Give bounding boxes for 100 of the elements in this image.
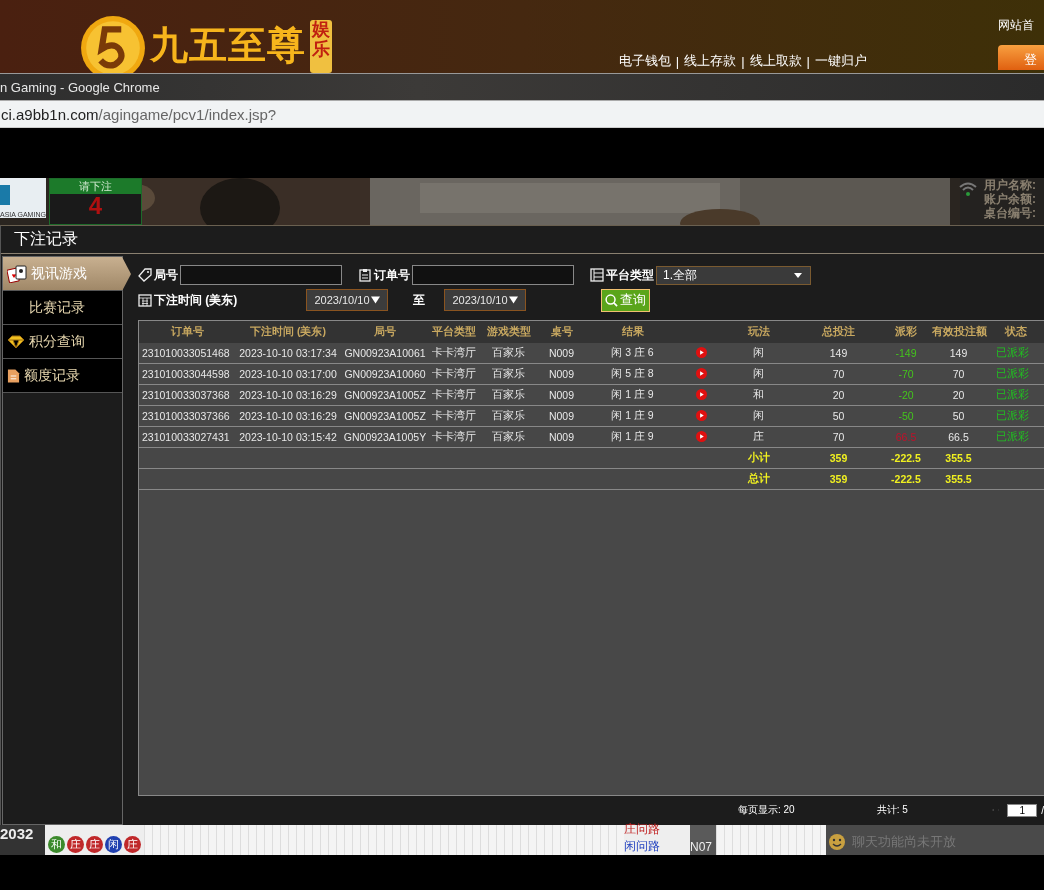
- nav-link[interactable]: 线上存款: [684, 52, 737, 70]
- table-cell: GN00923A1005Y: [341, 426, 429, 448]
- end-date-picker[interactable]: 2023/10/10: [444, 289, 526, 311]
- table-cell: 百家乐: [478, 405, 539, 427]
- countdown-number: 4: [88, 194, 103, 218]
- nav-link[interactable]: 线上取款: [749, 52, 802, 70]
- summary-label: 总计: [721, 468, 796, 490]
- round-label: 局号: [154, 266, 178, 284]
- table-cell: 百家乐: [478, 343, 539, 364]
- table-cell: 闲: [721, 363, 796, 385]
- table-cell: 66.5: [881, 426, 931, 448]
- column-header: 总投注: [796, 321, 881, 343]
- sidebar-item[interactable]: 比赛记录: [3, 291, 122, 325]
- table-cell: -50: [881, 405, 931, 427]
- table-cell: 2023-10-10 03:15:42: [235, 426, 341, 448]
- play-video-icon[interactable]: [695, 409, 707, 421]
- round-input[interactable]: [180, 265, 342, 285]
- table-cell: 已派彩: [986, 343, 1044, 364]
- cards-icon: [7, 264, 27, 283]
- info-label: 用户名称:: [984, 178, 1037, 192]
- table-cell: 闲 1 庄 9: [584, 384, 681, 406]
- column-header: 结果: [584, 321, 681, 343]
- sidebar-item[interactable]: 额度记录: [3, 359, 122, 393]
- play-video-icon[interactable]: [695, 430, 707, 442]
- address-bar[interactable]: ci.a9bb1n.com/agingame/pcv1/index.jsp?: [0, 100, 1044, 128]
- nav-separator: |: [741, 53, 745, 69]
- caret-icon: [370, 296, 380, 304]
- table-cell: 百家乐: [478, 426, 539, 448]
- column-header: 游戏类型: [478, 321, 539, 343]
- table-cell: 已派彩: [986, 426, 1044, 448]
- search-icon: [605, 293, 618, 307]
- road-bead: 闲: [105, 836, 122, 853]
- table-cell: 50: [931, 405, 986, 427]
- caret-icon: [508, 296, 518, 304]
- table-cell: GN00923A1005Z: [341, 405, 429, 427]
- sidebar-item[interactable]: 积分查询: [3, 325, 122, 359]
- table-cell: 66.5: [931, 426, 986, 448]
- table-cell: -149: [881, 343, 931, 364]
- platform-dropdown[interactable]: 1.全部: [656, 265, 811, 285]
- table-cell: -20: [881, 384, 931, 406]
- table-cell: 已派彩: [986, 384, 1044, 406]
- summary-cell: 355.5: [931, 468, 986, 490]
- summary-cell: 355.5: [931, 447, 986, 469]
- brand-name: 九五至尊: [150, 23, 306, 68]
- table-cell: 已派彩: [986, 363, 1044, 385]
- table-cell: 70: [796, 426, 881, 448]
- column-header: 状态: [986, 321, 1044, 343]
- nav-separator: |: [806, 53, 810, 69]
- caret-icon: [794, 272, 802, 278]
- road-bead: 庄: [124, 836, 141, 853]
- table-cell: 2023-10-10 03:16:29: [235, 405, 341, 427]
- table-cell: 和: [721, 384, 796, 406]
- order-label: 订单号: [374, 266, 410, 284]
- table-cell: 149: [796, 343, 881, 364]
- calendar-icon: [138, 293, 152, 307]
- table-cell: 百家乐: [478, 384, 539, 406]
- table-cell: -70: [881, 363, 931, 385]
- table-cell: 20: [796, 384, 881, 406]
- table-cell: 231010033044598: [139, 363, 235, 385]
- column-header: 局号: [341, 321, 429, 343]
- summary-label: 小计: [721, 447, 796, 469]
- table-cell: 卡卡湾厅: [429, 384, 478, 406]
- table-cell: 231010033027431: [139, 426, 235, 448]
- platform-label: 平台类型: [606, 266, 654, 284]
- list-icon: [590, 268, 604, 282]
- table-cell: 20: [931, 384, 986, 406]
- table-cell: N009: [539, 363, 584, 385]
- summary-cell: -222.5: [881, 468, 931, 490]
- table-cell: 百家乐: [478, 363, 539, 385]
- home-link[interactable]: 网站首: [998, 17, 1034, 34]
- column-header: 桌号: [539, 321, 584, 343]
- banker-ask-road[interactable]: 庄问路: [624, 821, 690, 838]
- column-header: 下注时间 (美东): [235, 321, 341, 343]
- nav-link[interactable]: 电子钱包: [618, 52, 671, 70]
- table-cell: GN00923A1005Z: [341, 384, 429, 406]
- summary-cell: 359: [796, 447, 881, 469]
- order-input[interactable]: [412, 265, 574, 285]
- table-cell: 231010033051468: [139, 343, 235, 364]
- shoe-number: 2032: [0, 825, 45, 855]
- table-cell: 卡卡湾厅: [429, 405, 478, 427]
- start-date-picker[interactable]: 2023/10/10: [306, 289, 388, 311]
- play-video-icon[interactable]: [695, 388, 707, 400]
- smiley-icon: [828, 833, 846, 851]
- table-cell: 70: [931, 363, 986, 385]
- table-cell: 231010033037366: [139, 405, 235, 427]
- road-bead: 庄: [67, 836, 84, 853]
- nav-link[interactable]: 一键归户: [815, 52, 867, 70]
- play-video-icon[interactable]: [695, 346, 707, 358]
- page-input[interactable]: 1: [1007, 803, 1038, 817]
- play-video-icon[interactable]: [695, 367, 707, 379]
- table-cell: 闲 3 庄 6: [584, 343, 681, 364]
- bet-time-label: 下注时间 (美东): [154, 291, 239, 309]
- page-separator: /: [1041, 804, 1044, 816]
- page-size-text: 每页显示: 20: [738, 803, 795, 817]
- signal-icon: [958, 181, 978, 197]
- table-cell: 2023-10-10 03:17:00: [235, 363, 341, 385]
- table-cell: 50: [796, 405, 881, 427]
- table-cell: 闲: [721, 343, 796, 364]
- table-cell: 149: [931, 343, 986, 364]
- table-cell: 卡卡湾厅: [429, 343, 478, 364]
